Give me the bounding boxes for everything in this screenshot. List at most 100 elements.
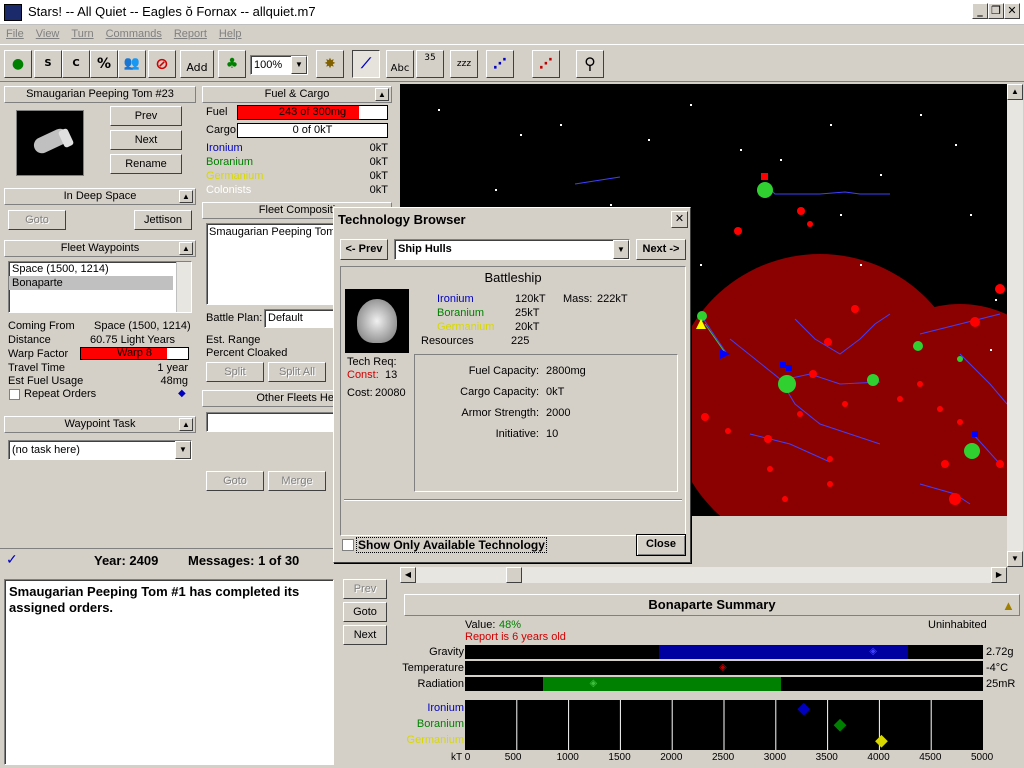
planet[interactable] bbox=[941, 460, 949, 468]
waypoint-lines-icon[interactable]: ⟋ bbox=[352, 50, 380, 78]
up-arrow-icon[interactable]: ▲ bbox=[1002, 598, 1015, 613]
planet[interactable] bbox=[842, 401, 848, 407]
show-available-checkbox[interactable] bbox=[342, 539, 354, 551]
menu-file[interactable]: File bbox=[6, 28, 24, 40]
planet[interactable] bbox=[807, 221, 813, 227]
waypoint-task-select[interactable]: (no task here) ▼ bbox=[8, 440, 192, 460]
planet[interactable] bbox=[913, 341, 923, 351]
planet[interactable] bbox=[827, 481, 833, 487]
fleet-count-icon[interactable]: 35 bbox=[416, 50, 444, 78]
tech-next-button[interactable]: Next -> bbox=[636, 239, 686, 260]
starbase-icon[interactable] bbox=[761, 173, 768, 180]
planet[interactable] bbox=[937, 406, 943, 412]
planet[interactable] bbox=[764, 435, 772, 443]
planet[interactable] bbox=[809, 370, 817, 378]
collapse-icon[interactable]: ▲ bbox=[179, 242, 193, 255]
population-icon[interactable]: 👥 bbox=[118, 50, 146, 78]
no-info-icon[interactable]: ⊘ bbox=[148, 50, 176, 78]
add-waypoint-button[interactable]: Add bbox=[180, 50, 214, 78]
menu-view[interactable]: View bbox=[36, 28, 60, 40]
prev-ship-button[interactable]: Prev bbox=[110, 106, 182, 126]
fleet-icon[interactable] bbox=[780, 362, 786, 368]
chevron-down-icon[interactable]: ▼ bbox=[175, 441, 191, 459]
planet[interactable] bbox=[757, 182, 773, 198]
planet[interactable] bbox=[995, 284, 1005, 294]
planet[interactable] bbox=[827, 456, 833, 462]
scrollbar[interactable] bbox=[176, 262, 191, 312]
close-dialog-button[interactable]: Close bbox=[636, 534, 686, 556]
planet[interactable] bbox=[734, 227, 742, 235]
goto-message-button[interactable]: Goto bbox=[343, 602, 387, 622]
planet[interactable] bbox=[824, 338, 832, 346]
list-item[interactable]: Space (1500, 1214) bbox=[9, 262, 191, 276]
planet[interactable] bbox=[957, 419, 963, 425]
menu-turn[interactable]: Turn bbox=[71, 28, 93, 40]
search-icon[interactable]: ⚲ bbox=[576, 50, 604, 78]
waypoint-list[interactable]: Space (1500, 1214) Bonaparte bbox=[8, 261, 192, 313]
list-item[interactable]: Smaugarian Peeping Tom bbox=[207, 224, 337, 240]
goto-fleet-button[interactable]: Goto bbox=[206, 471, 264, 491]
planet[interactable] bbox=[897, 396, 903, 402]
planet[interactable] bbox=[917, 381, 923, 387]
jettison-button[interactable]: Jettison bbox=[134, 210, 192, 230]
planet[interactable] bbox=[778, 375, 796, 393]
planet[interactable] bbox=[701, 413, 709, 421]
scroll-left-icon[interactable]: ◀ bbox=[400, 567, 416, 583]
chevron-down-icon[interactable]: ▼ bbox=[291, 56, 307, 74]
prev-message-button[interactable]: Prev bbox=[343, 579, 387, 599]
chevron-down-icon[interactable]: ▼ bbox=[613, 240, 629, 259]
menu-commands[interactable]: Commands bbox=[106, 28, 162, 40]
warp-gauge[interactable]: Warp 8 bbox=[80, 347, 189, 360]
percent-icon[interactable]: % bbox=[90, 50, 118, 78]
dialog-close-icon[interactable]: ✕ bbox=[671, 211, 688, 228]
fuel-gauge[interactable]: 243 of 300mg bbox=[237, 105, 388, 120]
scroll-right-icon[interactable]: ▶ bbox=[991, 567, 1007, 583]
planet[interactable] bbox=[867, 374, 879, 386]
planet[interactable] bbox=[797, 207, 805, 215]
list-item[interactable]: Bonaparte bbox=[9, 276, 173, 290]
planet[interactable] bbox=[957, 356, 963, 362]
friendly-fleets-icon[interactable]: ⋰ bbox=[486, 50, 514, 78]
scroll-up-icon[interactable]: ▲ bbox=[1007, 84, 1023, 100]
menu-help[interactable]: Help bbox=[219, 28, 242, 40]
repeat-orders-checkbox[interactable] bbox=[9, 389, 20, 400]
split-button[interactable]: Split bbox=[206, 362, 264, 382]
fleet-composition-list[interactable]: Smaugarian Peeping Tom bbox=[206, 223, 338, 305]
planet[interactable] bbox=[797, 411, 803, 417]
planet-view-icon[interactable]: ● bbox=[4, 50, 32, 78]
close-button[interactable]: ✕ bbox=[1004, 3, 1020, 19]
idle-fleets-icon[interactable]: zzz bbox=[450, 50, 478, 78]
goto-button[interactable]: Goto bbox=[8, 210, 66, 230]
cargo-gauge[interactable]: 0 of 0kT bbox=[237, 123, 388, 138]
fleet-icon[interactable] bbox=[972, 431, 978, 437]
map-horizontal-scrollbar[interactable]: ◀ ▶ bbox=[400, 567, 1007, 583]
scroll-thumb[interactable] bbox=[506, 567, 522, 583]
checkmark-icon[interactable]: ✓ bbox=[6, 551, 18, 568]
surface-minerals-icon[interactable]: S bbox=[34, 50, 62, 78]
planet[interactable] bbox=[697, 311, 707, 321]
collapse-icon[interactable]: ▲ bbox=[375, 88, 389, 101]
planet-names-icon[interactable]: Abc bbox=[386, 50, 414, 78]
diamond-icon[interactable]: ◆ bbox=[178, 388, 186, 399]
next-ship-button[interactable]: Next bbox=[110, 130, 182, 150]
split-all-button[interactable]: Split All bbox=[268, 362, 326, 382]
planet[interactable] bbox=[964, 443, 980, 459]
collapse-icon[interactable]: ▲ bbox=[179, 190, 193, 203]
enemy-fleets-icon[interactable]: ⋰ bbox=[532, 50, 560, 78]
tech-category-select[interactable]: Ship Hulls ▼ bbox=[394, 239, 630, 260]
show-available-label[interactable]: Show Only Available Technology bbox=[356, 537, 547, 553]
planet[interactable] bbox=[949, 493, 961, 505]
planet[interactable] bbox=[782, 496, 788, 502]
planet[interactable] bbox=[767, 466, 773, 472]
planet[interactable] bbox=[996, 460, 1004, 468]
zoom-select[interactable]: 100% ▼ bbox=[250, 55, 308, 75]
tech-prev-button[interactable]: <- Prev bbox=[340, 239, 388, 260]
next-message-button[interactable]: Next bbox=[343, 625, 387, 645]
merge-button[interactable]: Merge bbox=[268, 471, 326, 491]
scroll-down-icon[interactable]: ▼ bbox=[1007, 551, 1023, 567]
minimize-button[interactable]: _ bbox=[972, 3, 988, 19]
plant-icon[interactable]: ♣ bbox=[218, 50, 246, 78]
fleet-icon[interactable] bbox=[786, 365, 792, 371]
collapse-icon[interactable]: ▲ bbox=[179, 418, 193, 431]
planet[interactable] bbox=[970, 317, 980, 327]
